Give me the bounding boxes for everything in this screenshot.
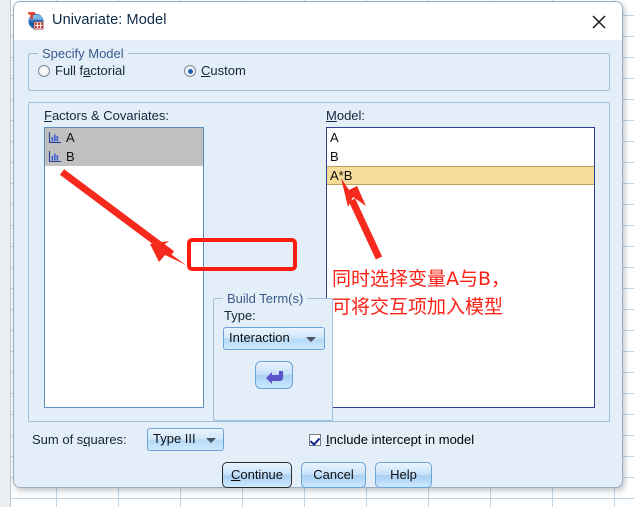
list-item[interactable]: A bbox=[45, 128, 203, 147]
list-item-label: A bbox=[66, 130, 75, 145]
model-builder-group: Factors & Covariates: A B Model: A B A*B… bbox=[28, 102, 610, 422]
continue-button[interactable]: Continue bbox=[222, 462, 292, 488]
include-intercept-checkbox[interactable]: Include intercept in model bbox=[309, 432, 474, 447]
cancel-button[interactable]: Cancel bbox=[301, 462, 366, 488]
list-item[interactable]: A*B bbox=[327, 166, 594, 185]
chevron-down-icon bbox=[306, 336, 316, 342]
list-item-label: A bbox=[330, 130, 339, 145]
build-terms-group: Build Term(s) Type: Interaction bbox=[213, 291, 333, 421]
spss-dialog-icon bbox=[26, 11, 45, 30]
factors-and-covariates-list[interactable]: A B bbox=[44, 127, 204, 408]
factors-list-label: Factors & Covariates: bbox=[44, 108, 169, 123]
dialog-title: Univariate: Model bbox=[52, 12, 167, 28]
sum-of-squares-dropdown[interactable]: Type III bbox=[147, 428, 224, 451]
dialog-titlebar: Univariate: Model bbox=[14, 2, 622, 40]
scale-variable-icon bbox=[48, 130, 62, 144]
radio-full-factorial-label: Full factorial bbox=[55, 63, 126, 78]
list-item-label: B bbox=[330, 149, 339, 164]
build-term-type-dropdown[interactable]: Interaction bbox=[223, 327, 325, 350]
scale-variable-icon bbox=[48, 149, 62, 163]
sum-of-squares-label: Sum of squares: bbox=[32, 432, 127, 447]
list-item[interactable]: B bbox=[327, 147, 594, 166]
list-item-label: B bbox=[66, 149, 75, 164]
list-item[interactable]: A bbox=[327, 128, 594, 147]
specify-model-group-title: Specify Model bbox=[38, 46, 128, 61]
univariate-model-dialog: Univariate: Model Specify Model Full fac… bbox=[13, 1, 623, 488]
radio-full-factorial-indicator bbox=[38, 65, 50, 77]
specify-model-group: Specify Model Full factorial Custom bbox=[28, 46, 610, 91]
build-terms-type-label: Type: bbox=[224, 308, 256, 323]
include-intercept-checkbox-indicator bbox=[309, 434, 321, 446]
list-item-label: A*B bbox=[330, 168, 353, 183]
include-intercept-label: Include intercept in model bbox=[326, 432, 475, 447]
radio-custom-label: Custom bbox=[201, 63, 246, 78]
list-item[interactable]: B bbox=[45, 147, 203, 166]
arrow-left-icon bbox=[266, 371, 283, 384]
radio-custom[interactable]: Custom bbox=[184, 63, 246, 78]
sum-of-squares-value: Type III bbox=[153, 431, 196, 446]
help-button[interactable]: Help bbox=[375, 462, 432, 488]
close-icon[interactable] bbox=[576, 2, 622, 40]
build-term-type-value: Interaction bbox=[229, 330, 290, 345]
move-term-button[interactable] bbox=[255, 361, 293, 389]
annotation-text: 同时选择变量A与B， 可将交互项加入模型 bbox=[332, 268, 511, 318]
build-terms-group-title: Build Term(s) bbox=[223, 291, 308, 306]
model-list-label: Model: bbox=[326, 108, 366, 123]
radio-full-factorial[interactable]: Full factorial bbox=[38, 63, 125, 78]
chevron-down-icon bbox=[206, 437, 216, 443]
radio-custom-indicator bbox=[184, 65, 196, 77]
background-row-header-band bbox=[0, 0, 11, 507]
